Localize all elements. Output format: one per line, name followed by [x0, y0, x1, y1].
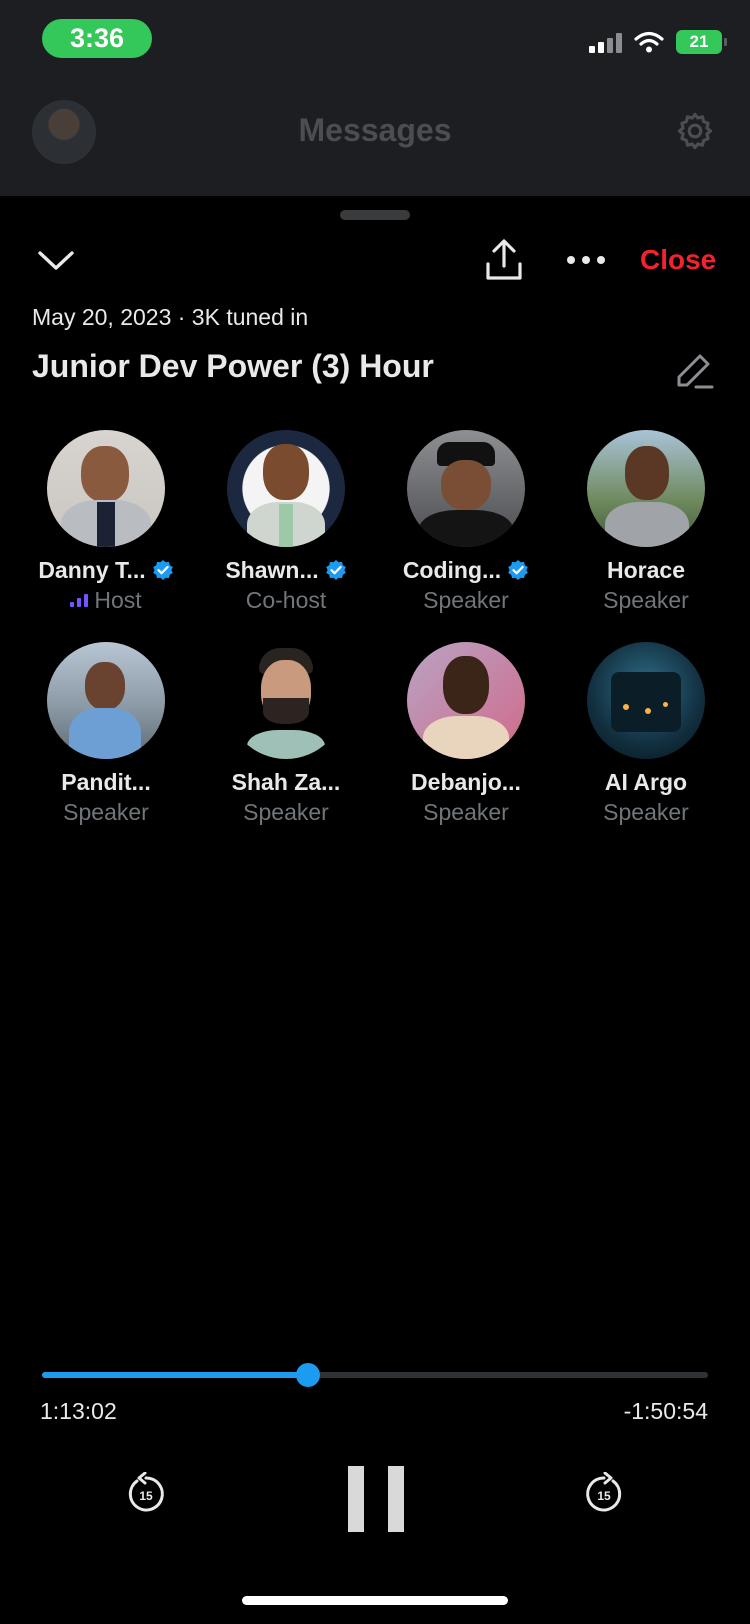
participant-card[interactable]: AI Argo Speaker — [556, 642, 736, 826]
verified-badge-icon — [152, 560, 173, 581]
space-title: Junior Dev Power (3) Hour — [32, 348, 434, 384]
more-options-icon[interactable] — [566, 254, 606, 266]
verified-badge-icon — [508, 560, 528, 581]
participant-card[interactable]: Debanjo... Speaker — [376, 642, 556, 826]
avatar — [227, 642, 345, 759]
pause-button[interactable] — [348, 1466, 404, 1532]
chevron-down-icon[interactable] — [36, 240, 76, 280]
status-bar: 3:36 21 — [0, 0, 750, 86]
participant-role: Speaker — [603, 586, 689, 613]
elapsed-time: 1:13:02 — [40, 1398, 117, 1424]
participant-role: Host — [94, 586, 142, 613]
playback-progress — [42, 1372, 309, 1378]
cellular-signal-icon — [589, 31, 622, 53]
verified-badge-icon — [325, 560, 346, 581]
role-row: Host — [70, 586, 142, 614]
participant-card[interactable]: Danny T... Host — [16, 430, 196, 614]
home-indicator[interactable] — [242, 1596, 508, 1605]
skip-forward-15-icon[interactable]: 15 — [582, 1472, 626, 1516]
avatar — [587, 642, 705, 759]
edit-icon[interactable] — [672, 348, 716, 392]
participant-card[interactable]: Shah Za... Speaker — [196, 642, 376, 826]
participant-role: Co-host — [245, 586, 327, 613]
participants-grid: Danny T... Host Shawn... Co-host Coding.… — [16, 430, 736, 826]
participant-name: Pandit... — [61, 768, 151, 795]
participant-name: AI Argo — [604, 768, 688, 795]
name-row: AI Argo — [605, 769, 687, 797]
participant-role: Speaker — [603, 798, 689, 825]
role-row: Speaker — [423, 586, 509, 614]
avatar — [227, 430, 345, 547]
participant-card[interactable]: Pandit... Speaker — [16, 642, 196, 826]
participant-name: Danny T... — [38, 556, 146, 583]
space-sheet: Close May 20, 2023 · 3K tuned in Junior … — [0, 196, 750, 1624]
participant-name: Shah Za... — [231, 768, 341, 795]
name-row: Shawn... — [225, 557, 346, 585]
remaining-time: -1:50:54 — [623, 1398, 708, 1424]
messages-header: Messages — [0, 86, 750, 196]
share-icon[interactable] — [484, 238, 524, 282]
avatar — [407, 430, 525, 547]
role-row: Speaker — [243, 798, 329, 826]
playback-scrubber[interactable] — [42, 1363, 708, 1387]
role-row: Speaker — [63, 798, 149, 826]
skip-back-15-icon[interactable]: 15 — [124, 1472, 168, 1516]
name-row: Horace — [607, 557, 685, 585]
name-row: Danny T... — [38, 557, 173, 585]
skip-forward-label: 15 — [597, 1489, 611, 1503]
close-button[interactable]: Close — [640, 244, 716, 276]
participant-role: Speaker — [63, 798, 149, 825]
name-row: Debanjo... — [411, 769, 521, 797]
participant-card[interactable]: Coding... Speaker — [376, 430, 556, 614]
role-row: Speaker — [423, 798, 509, 826]
participant-role: Speaker — [423, 586, 509, 613]
participant-role: Speaker — [243, 798, 329, 825]
participant-card[interactable]: Horace Speaker — [556, 430, 736, 614]
status-time: 3:36 — [42, 19, 152, 58]
space-meta: May 20, 2023 · 3K tuned in — [32, 304, 309, 330]
status-icons: 21 — [589, 30, 727, 54]
avatar — [587, 430, 705, 547]
gear-icon[interactable] — [674, 110, 716, 152]
avatar — [47, 642, 165, 759]
role-row: Co-host — [246, 586, 327, 614]
participant-name: Coding... — [402, 556, 502, 583]
battery-icon: 21 — [676, 30, 727, 54]
sheet-grabber[interactable] — [340, 210, 410, 220]
avatar — [47, 430, 165, 547]
scrubber-handle[interactable] — [296, 1363, 321, 1387]
participant-card[interactable]: Shawn... Co-host — [196, 430, 376, 614]
role-row: Speaker — [603, 798, 689, 826]
skip-back-label: 15 — [139, 1489, 153, 1503]
avatar — [407, 642, 525, 759]
battery-level: 21 — [689, 32, 709, 51]
participant-name: Horace — [607, 556, 685, 583]
role-row: Speaker — [603, 586, 689, 614]
wifi-icon — [634, 31, 664, 53]
page-title: Messages — [298, 112, 452, 148]
name-row: Pandit... — [61, 769, 150, 797]
name-row: Coding... — [403, 557, 529, 585]
participant-role: Speaker — [423, 798, 509, 825]
speaking-indicator-icon — [70, 593, 89, 608]
participant-name: Debanjo... — [411, 768, 521, 795]
name-row: Shah Za... — [232, 769, 341, 797]
participant-name: Shawn... — [225, 556, 319, 583]
